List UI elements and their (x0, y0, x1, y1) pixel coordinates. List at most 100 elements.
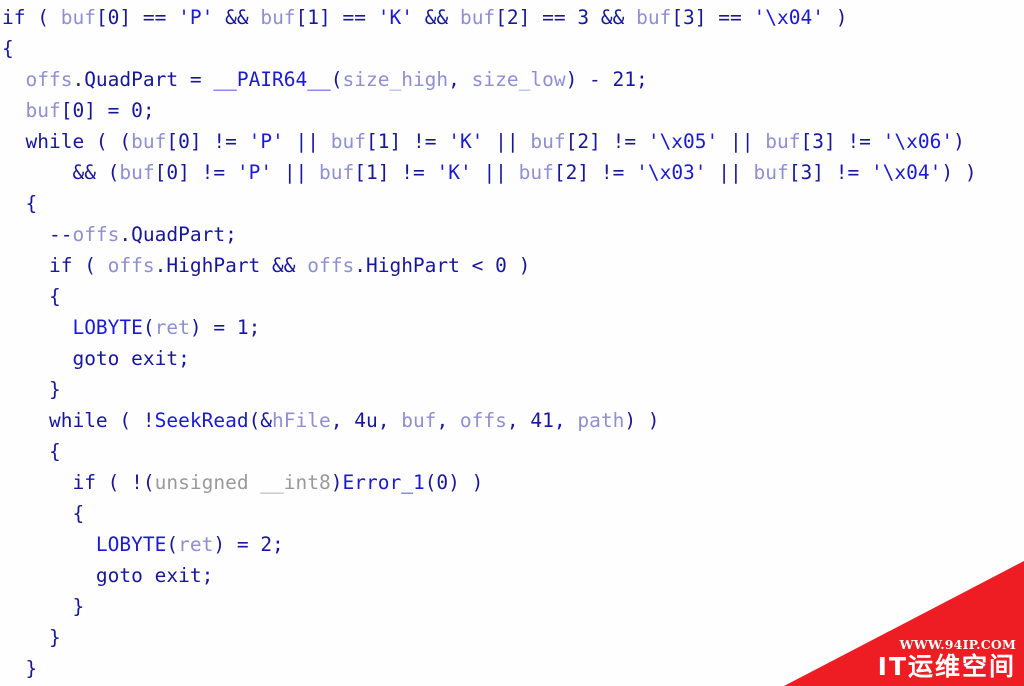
code-line[interactable]: --offs.QuadPart; (2, 219, 1024, 250)
code-token: , (436, 409, 460, 432)
code-token: ret (154, 316, 190, 339)
code-token: 'P' (248, 130, 284, 153)
code-line[interactable]: LOBYTE(ret) = 2; (2, 529, 1024, 560)
code-token: size_high (342, 68, 449, 91)
code-token: ) (953, 130, 965, 153)
code-token: , 41, (506, 409, 578, 432)
code-line[interactable]: while ( !SeekRead(&hFile, 4u, buf, offs,… (2, 405, 1024, 436)
code-line[interactable]: { (2, 436, 1024, 467)
code-token: 'K' (448, 130, 484, 153)
code-token: || (718, 130, 766, 153)
code-token: buf (401, 409, 437, 432)
code-line[interactable]: } (2, 374, 1024, 405)
code-token: , 4u, (330, 409, 402, 432)
code-token: ret (178, 533, 214, 556)
code-token: ) = 1; (189, 316, 261, 339)
code-token: .QuadPart = (72, 68, 214, 91)
code-token: ) ) (941, 161, 977, 184)
code-token: if ( !( (72, 471, 155, 494)
code-token: offs (107, 254, 155, 277)
code-token: '\x04' (753, 6, 824, 29)
code-token: buf (60, 6, 96, 29)
code-line[interactable]: { (2, 33, 1024, 64)
code-line[interactable]: { (2, 498, 1024, 529)
code-token: buf (25, 99, 61, 122)
code-line[interactable]: && (buf[0] != 'P' || buf[1] != 'K' || bu… (2, 157, 1024, 188)
code-token: while ( ! (48, 409, 155, 432)
code-token: ) (330, 471, 343, 494)
code-line[interactable]: { (2, 281, 1024, 312)
code-token: } (48, 626, 61, 649)
code-token: [2] == 3 && (495, 6, 637, 29)
code-token: '\x05' (647, 130, 719, 153)
code-token: 'P' (178, 6, 214, 29)
code-token: .HighPart < 0 ) (354, 254, 531, 277)
code-line[interactable]: if ( !(unsigned __int8)Error_1(0) ) (2, 467, 1024, 498)
code-token: [2] != (553, 161, 637, 184)
code-token: buf (753, 161, 789, 184)
code-line[interactable]: goto exit; (2, 560, 1024, 591)
code-line[interactable]: { (2, 188, 1024, 219)
code-token: || (283, 130, 331, 153)
code-token: '\x03' (636, 161, 707, 184)
code-token: } (25, 657, 38, 680)
code-token: hFile (272, 409, 331, 432)
code-token: { (48, 285, 61, 308)
code-token: || (272, 161, 320, 184)
code-token: { (72, 502, 85, 525)
code-line[interactable]: LOBYTE(ret) = 1; (2, 312, 1024, 343)
code-token: { (2, 37, 14, 60)
code-token: [3] != (788, 161, 871, 184)
code-line[interactable]: if ( offs.HighPart && offs.HighPart < 0 … (2, 250, 1024, 281)
code-line[interactable]: } (2, 653, 1024, 684)
code-token: offs (72, 223, 120, 246)
code-token: || (483, 130, 531, 153)
code-token: LOBYTE (95, 533, 167, 556)
code-token: size_low (471, 68, 566, 91)
code-token: buf (530, 130, 566, 153)
code-line[interactable]: } (2, 622, 1024, 653)
code-line[interactable]: if ( buf[0] == 'P' && buf[1] == 'K' && b… (2, 2, 1024, 33)
code-token: && (213, 6, 261, 29)
code-token: ( (142, 316, 155, 339)
code-token: path (577, 409, 625, 432)
code-line[interactable]: } (2, 591, 1024, 622)
code-token: ( (166, 533, 179, 556)
code-token: unsigned __int8 (154, 471, 331, 494)
code-token: [0] != (166, 130, 249, 153)
code-line[interactable]: goto exit; (2, 343, 1024, 374)
code-token: [0] = 0; (60, 99, 155, 122)
code-token: [3] != (800, 130, 883, 153)
code-token: { (48, 440, 61, 463)
code-token: (0) ) (424, 471, 484, 494)
code-listing[interactable]: if ( buf[0] == 'P' && buf[1] == 'K' && b… (0, 0, 1024, 686)
code-line[interactable]: while ( (buf[0] != 'P' || buf[1] != 'K' … (2, 126, 1024, 157)
code-token: ) ) (624, 409, 660, 432)
code-token: || (706, 161, 754, 184)
code-line[interactable]: offs.QuadPart = __PAIR64__(size_high, si… (2, 64, 1024, 95)
code-token: .HighPart && (154, 254, 308, 277)
code-line[interactable]: buf[0] = 0; (2, 95, 1024, 126)
code-token: } (48, 378, 61, 401)
code-token: '\x04' (870, 161, 942, 184)
code-token: buf (636, 6, 672, 29)
code-token: buf (765, 130, 801, 153)
code-token: && (412, 6, 460, 29)
code-token: [0] != (154, 161, 237, 184)
